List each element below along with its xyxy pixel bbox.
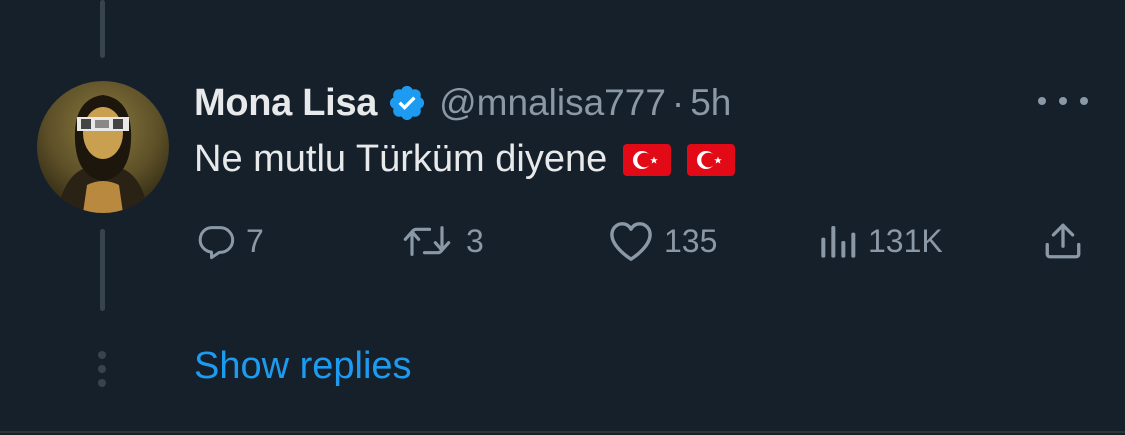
views-button[interactable]: 131K bbox=[818, 218, 943, 264]
retweet-button[interactable]: 3 bbox=[398, 218, 484, 264]
show-replies-link[interactable]: Show replies bbox=[194, 345, 412, 388]
tweet-body: Ne mutlu Türküm diyene bbox=[194, 138, 608, 180]
views-icon bbox=[818, 221, 858, 261]
separator-dot: · bbox=[671, 82, 685, 123]
retweet-count: 3 bbox=[466, 222, 484, 259]
reply-button[interactable]: 7 bbox=[196, 218, 264, 264]
heart-icon bbox=[608, 220, 654, 262]
turkey-flag-icon bbox=[623, 142, 672, 178]
tweet-text: Ne mutlu Türküm diyene bbox=[194, 138, 736, 181]
views-count: 131K bbox=[868, 222, 943, 259]
handle[interactable]: @mnalisa777 bbox=[439, 82, 666, 124]
show-replies-dots-icon bbox=[97, 351, 107, 387]
share-button[interactable] bbox=[1042, 218, 1084, 264]
retweet-icon bbox=[398, 221, 456, 261]
avatar[interactable] bbox=[37, 81, 169, 213]
verified-badge-icon bbox=[387, 83, 427, 123]
like-count: 135 bbox=[664, 222, 718, 259]
tweet-container: Mona Lisa @mnalisa777 · 5h Ne mutlu Türk… bbox=[0, 0, 1125, 435]
turkey-flag-icon bbox=[687, 142, 736, 178]
display-name[interactable]: Mona Lisa bbox=[194, 82, 377, 125]
like-button[interactable]: 135 bbox=[608, 218, 717, 264]
reply-count: 7 bbox=[246, 222, 264, 259]
thread-line-bottom bbox=[100, 229, 105, 311]
thread-line-top bbox=[100, 0, 105, 58]
share-icon bbox=[1042, 220, 1084, 262]
reply-icon bbox=[196, 221, 236, 261]
more-icon[interactable] bbox=[1038, 89, 1088, 113]
divider bbox=[0, 431, 1125, 433]
timestamp[interactable]: 5h bbox=[690, 82, 731, 124]
tweet-header: Mona Lisa @mnalisa777 · 5h bbox=[194, 78, 731, 128]
